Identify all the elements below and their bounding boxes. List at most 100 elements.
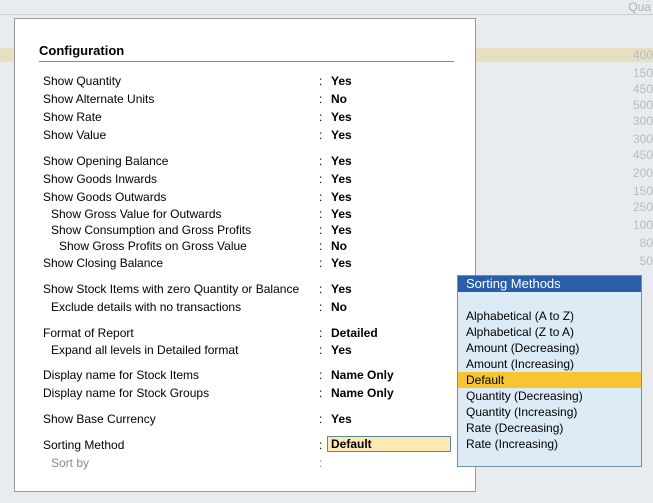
row-label: Display name for Stock Groups	[43, 386, 210, 400]
row-colon: :	[319, 386, 323, 400]
row-display-name-stock-groups[interactable]: Display name for Stock Groups: Name Only	[15, 385, 475, 401]
row-value[interactable]: Yes	[331, 255, 352, 271]
row-label: Sorting Method	[43, 438, 125, 452]
row-value[interactable]: Yes	[331, 206, 352, 222]
row-colon: :	[319, 154, 323, 168]
row-colon: :	[319, 343, 323, 357]
row-colon: :	[319, 223, 323, 237]
row-value[interactable]: Yes	[331, 171, 352, 187]
row-value[interactable]: Yes	[331, 342, 352, 358]
sort-option-quantity-asc[interactable]: Quantity (Increasing)	[458, 404, 641, 420]
row-expand-all-levels[interactable]: Expand all levels in Detailed format: Yes	[15, 342, 475, 358]
row-value[interactable]: Yes	[331, 411, 352, 427]
report-value: 100	[632, 218, 653, 232]
report-value: 150	[632, 66, 653, 80]
row-show-alternate-units[interactable]: Show Alternate Units: No	[15, 91, 475, 107]
row-show-value[interactable]: Show Value: Yes	[15, 127, 475, 143]
row-value[interactable]: Yes	[331, 281, 352, 297]
row-colon: :	[319, 207, 323, 221]
row-label: Expand all levels in Detailed format	[51, 343, 239, 357]
row-label: Show Alternate Units	[43, 92, 155, 106]
row-show-rate[interactable]: Show Rate: Yes	[15, 109, 475, 125]
row-colon: :	[319, 190, 323, 204]
row-sort-by[interactable]: Sort by:	[15, 455, 475, 471]
row-show-zero-quantity-items[interactable]: Show Stock Items with zero Quantity or B…	[15, 281, 475, 297]
sort-option-rate-desc[interactable]: Rate (Decreasing)	[458, 420, 641, 436]
row-value[interactable]: No	[331, 91, 347, 107]
row-label: Show Goods Inwards	[43, 172, 158, 186]
report-value: 150	[632, 184, 653, 198]
row-show-gross-value-outwards[interactable]: Show Gross Value for Outwards: Yes	[15, 206, 475, 222]
row-colon: :	[319, 74, 323, 88]
row-show-goods-inwards[interactable]: Show Goods Inwards: Yes	[15, 171, 475, 187]
report-value: 200	[632, 166, 653, 180]
row-colon: :	[319, 256, 323, 270]
sort-option-rate-asc[interactable]: Rate (Increasing)	[458, 436, 641, 452]
sorting-method-field[interactable]: Default	[327, 436, 451, 452]
row-colon: :	[319, 412, 323, 426]
row-label: Show Consumption and Gross Profits	[51, 223, 252, 237]
row-sorting-method[interactable]: Sorting Method: Default	[15, 436, 475, 453]
row-colon: :	[319, 92, 323, 106]
sorting-methods-list: Alphabetical (A to Z) Alphabetical (Z to…	[458, 308, 641, 452]
sort-option-amount-desc[interactable]: Amount (Decreasing)	[458, 340, 641, 356]
row-label: Format of Report	[43, 326, 134, 340]
report-value: 500	[632, 98, 653, 112]
report-value: 400	[632, 48, 653, 62]
report-column-header: Qua	[628, 0, 651, 14]
row-colon: :	[319, 300, 323, 314]
row-format-of-report[interactable]: Format of Report: Detailed	[15, 325, 475, 341]
sort-option-default[interactable]: Default	[458, 372, 641, 388]
row-colon: :	[319, 128, 323, 142]
row-show-goods-outwards[interactable]: Show Goods Outwards: Yes	[15, 189, 475, 205]
row-label: Exclude details with no transactions	[51, 300, 242, 314]
row-value[interactable]: Detailed	[331, 325, 378, 341]
report-value: 250	[632, 200, 653, 214]
sort-option-amount-asc[interactable]: Amount (Increasing)	[458, 356, 641, 372]
row-value[interactable]: Yes	[331, 153, 352, 169]
row-show-quantity[interactable]: Show Quantity: Yes	[15, 73, 475, 89]
row-colon: :	[319, 326, 323, 340]
panel-title: Configuration	[39, 43, 125, 58]
report-value: 450	[632, 148, 653, 162]
row-colon: :	[319, 239, 323, 253]
row-label: Display name for Stock Items	[43, 368, 200, 382]
row-label: Show Base Currency	[43, 412, 156, 426]
sorting-methods-popup: Sorting Methods Alphabetical (A to Z) Al…	[457, 275, 642, 467]
row-show-closing-balance[interactable]: Show Closing Balance: Yes	[15, 255, 475, 271]
row-value[interactable]: No	[331, 299, 347, 315]
configuration-panel: Configuration Show Quantity: Yes Show Alt…	[14, 18, 476, 492]
row-show-consumption-gross-profits[interactable]: Show Consumption and Gross Profits: Yes	[15, 222, 475, 238]
row-label: Show Goods Outwards	[43, 190, 167, 204]
row-value[interactable]: Yes	[331, 189, 352, 205]
row-value[interactable]: Yes	[331, 73, 352, 89]
row-value[interactable]: Name Only	[331, 385, 394, 401]
row-value[interactable]: Name Only	[331, 367, 394, 383]
row-show-opening-balance[interactable]: Show Opening Balance: Yes	[15, 153, 475, 169]
row-show-base-currency[interactable]: Show Base Currency: Yes	[15, 411, 475, 427]
row-show-gross-profits-gross-value[interactable]: Show Gross Profits on Gross Value: No	[15, 238, 475, 254]
row-value[interactable]: Yes	[331, 127, 352, 143]
sort-option-alpha-desc[interactable]: Alphabetical (Z to A)	[458, 324, 641, 340]
row-colon: :	[319, 368, 323, 382]
row-label: Show Closing Balance	[43, 256, 164, 270]
report-value: 50	[639, 254, 653, 268]
row-colon: :	[319, 282, 323, 296]
report-value: 300	[632, 114, 653, 128]
row-value[interactable]: No	[331, 238, 347, 254]
row-value[interactable]: Yes	[331, 109, 352, 125]
row-display-name-stock-items[interactable]: Display name for Stock Items: Name Only	[15, 367, 475, 383]
report-value: 80	[639, 236, 653, 250]
row-label: Show Opening Balance	[43, 154, 169, 168]
sort-option-alpha-asc[interactable]: Alphabetical (A to Z)	[458, 308, 641, 324]
sort-option-quantity-desc[interactable]: Quantity (Decreasing)	[458, 388, 641, 404]
row-label: Show Rate	[43, 110, 102, 124]
row-label: Sort by	[51, 456, 90, 470]
row-colon: :	[319, 438, 323, 452]
popup-title: Sorting Methods	[458, 276, 641, 292]
row-label: Show Quantity	[43, 74, 122, 88]
report-header-divider	[0, 14, 653, 15]
row-exclude-no-transactions[interactable]: Exclude details with no transactions: No	[15, 299, 475, 315]
row-label: Show Stock Items with zero Quantity or B…	[43, 282, 300, 296]
row-value[interactable]: Yes	[331, 222, 352, 238]
